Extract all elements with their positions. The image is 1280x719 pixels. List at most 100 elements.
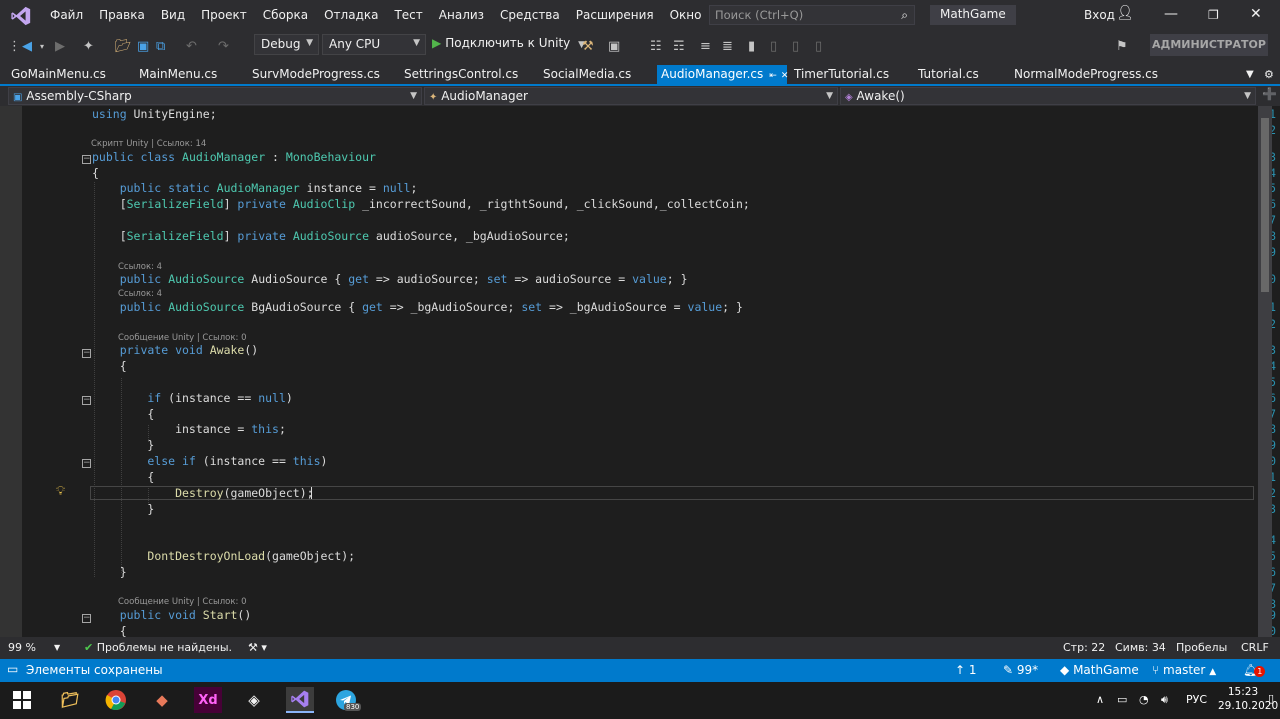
vertical-scrollbar[interactable] bbox=[1258, 106, 1272, 637]
collapse-icon[interactable]: − bbox=[82, 614, 91, 623]
redo-icon[interactable]: ↷ bbox=[218, 39, 229, 54]
search-box[interactable]: Поиск (Ctrl+Q) ⌕ bbox=[709, 5, 915, 25]
code-line[interactable]: [SerializeField] private AudioClip _inco… bbox=[92, 197, 750, 211]
code-line[interactable]: public static AudioManager instance = nu… bbox=[92, 181, 418, 195]
menu-extensions[interactable]: Расширения bbox=[568, 0, 662, 31]
codelens[interactable]: Скрипт Unity | Ссылок: 14 bbox=[91, 139, 206, 149]
code-line[interactable]: { bbox=[92, 166, 99, 180]
file-explorer-icon[interactable]: 📁︎ bbox=[56, 687, 84, 713]
line-ending-indicator[interactable]: CRLF bbox=[1241, 641, 1269, 654]
tab-settringscontrol[interactable]: SettringsControl.cs bbox=[404, 65, 518, 84]
unity-icon[interactable]: ◈ bbox=[240, 687, 268, 713]
next-bookmark-icon[interactable]: ▯ bbox=[792, 39, 799, 54]
comment-icon[interactable]: ☷ bbox=[650, 39, 662, 54]
class-dropdown[interactable]: ✦ AudioManager ▼ bbox=[424, 87, 838, 105]
tab-list-dropdown-icon[interactable]: ▼ bbox=[1246, 65, 1254, 84]
code-line[interactable]: using UnityEngine; bbox=[92, 107, 217, 121]
back-icon[interactable]: ◀ bbox=[22, 39, 32, 54]
unity-tool-icon[interactable]: ⚒ bbox=[582, 39, 594, 54]
tab-socialmedia[interactable]: SocialMedia.cs bbox=[543, 65, 631, 84]
tab-timertutorial[interactable]: TimerTutorial.cs bbox=[794, 65, 889, 84]
screenshot-icon[interactable]: ▣ bbox=[608, 39, 620, 54]
member-dropdown[interactable]: ◈ Awake() ▼ bbox=[840, 87, 1256, 105]
problems-indicator[interactable]: ✔ Проблемы не найдены. bbox=[84, 641, 232, 654]
project-dropdown[interactable]: ▣ Assembly-CSharp ▼ bbox=[8, 87, 422, 105]
code-line[interactable]: } bbox=[92, 438, 154, 452]
tab-survmodeprogress[interactable]: SurvModeProgress.cs bbox=[252, 65, 380, 84]
code-line[interactable]: { bbox=[92, 470, 154, 484]
close-icon[interactable]: ✕ bbox=[1250, 6, 1262, 22]
code-line[interactable]: public AudioSource BgAudioSource { get =… bbox=[92, 300, 743, 314]
branch-indicator[interactable]: ⑂ master ▲ bbox=[1152, 663, 1216, 677]
code-line[interactable]: Destroy(gameObject); bbox=[92, 486, 321, 500]
input-language[interactable]: РУС bbox=[1186, 693, 1207, 706]
save-icon[interactable]: ▣ bbox=[137, 39, 149, 54]
tab-normalmodeprogress[interactable]: NormalModeProgress.cs bbox=[1014, 65, 1158, 84]
chrome-icon[interactable] bbox=[102, 687, 130, 713]
code-line[interactable]: { bbox=[92, 407, 154, 421]
whitespace-indicator[interactable]: Пробелы bbox=[1176, 641, 1227, 654]
tab-gomainmenu[interactable]: GoMainMenu.cs bbox=[11, 65, 106, 84]
code-line[interactable]: if (instance == null) bbox=[92, 391, 292, 405]
forward-icon[interactable]: ▶ bbox=[55, 39, 65, 54]
collapse-icon[interactable]: − bbox=[82, 396, 91, 405]
user-icon[interactable]: 👤︎ bbox=[1116, 5, 1134, 21]
code-line[interactable]: instance = this; bbox=[92, 422, 286, 436]
visual-studio-logo-icon[interactable] bbox=[0, 0, 42, 31]
telegram-icon[interactable]: 830 bbox=[332, 687, 362, 713]
code-line[interactable]: public void Start() bbox=[92, 608, 252, 622]
indent-icon[interactable]: ≡ bbox=[700, 39, 711, 54]
volume-icon[interactable]: 🔊︎ bbox=[1161, 693, 1168, 707]
menu-analyze[interactable]: Анализ bbox=[431, 0, 492, 31]
column-indicator[interactable]: Симв: 34 bbox=[1115, 641, 1166, 654]
tab-mainmenu[interactable]: MainMenu.cs bbox=[139, 65, 217, 84]
code-cleanup-icon[interactable]: ⚒ ▾ bbox=[248, 641, 267, 654]
menu-window[interactable]: Окно bbox=[662, 0, 710, 31]
new-item-icon[interactable]: ✦ bbox=[83, 39, 94, 54]
split-editor-icon[interactable]: ➕ bbox=[1262, 87, 1277, 101]
lightbulb-icon[interactable]: 💡︎ bbox=[56, 484, 65, 499]
search-icon[interactable]: ⌕ bbox=[901, 8, 908, 23]
tray-chevron-up-icon[interactable]: ∧ bbox=[1096, 693, 1104, 706]
code-line[interactable]: { bbox=[92, 359, 127, 373]
code-line[interactable]: DontDestroyOnLoad(gameObject); bbox=[92, 549, 355, 563]
menu-edit[interactable]: Правка bbox=[91, 0, 153, 31]
collapse-icon[interactable]: − bbox=[82, 349, 91, 358]
undo-icon[interactable]: ↶ bbox=[186, 39, 197, 54]
menu-project[interactable]: Проект bbox=[193, 0, 255, 31]
code-line[interactable]: } bbox=[92, 565, 127, 579]
uncomment-icon[interactable]: ☶ bbox=[673, 39, 685, 54]
changes-indicator[interactable]: ✎ 99* bbox=[1003, 663, 1038, 677]
menu-tools[interactable]: Средства bbox=[492, 0, 568, 31]
wifi-icon[interactable]: ◔ bbox=[1139, 693, 1149, 706]
battery-icon[interactable]: ▭ bbox=[1117, 693, 1127, 706]
menu-debug[interactable]: Отладка bbox=[316, 0, 386, 31]
code-line[interactable]: { bbox=[92, 624, 127, 637]
save-all-icon[interactable]: ⧉ bbox=[156, 39, 165, 54]
adobe-xd-icon[interactable]: Xd bbox=[194, 687, 222, 713]
codelens[interactable]: Ссылок: 4 bbox=[118, 262, 162, 272]
platform-select[interactable]: Any CPU ▼ bbox=[322, 34, 426, 55]
system-clock[interactable]: 15:23 29.10.2020 bbox=[1218, 685, 1278, 713]
bookmark-icon[interactable]: ▮ bbox=[748, 39, 755, 54]
code-line[interactable]: public class AudioManager : MonoBehaviou… bbox=[92, 150, 376, 164]
push-indicator[interactable]: ↑ 1 bbox=[955, 663, 977, 677]
outdent-icon[interactable]: ≣ bbox=[722, 39, 733, 54]
tab-tutorial[interactable]: Tutorial.cs bbox=[918, 65, 979, 84]
configuration-select[interactable]: Debug ▼ bbox=[254, 34, 319, 55]
code-line[interactable]: private void Awake() bbox=[92, 343, 259, 357]
scrollbar-thumb[interactable] bbox=[1261, 118, 1269, 292]
collapse-icon[interactable]: − bbox=[82, 459, 91, 468]
repository-indicator[interactable]: ◆ MathGame bbox=[1060, 663, 1139, 677]
settings-gear-icon[interactable]: ⚙ bbox=[1264, 65, 1274, 84]
menu-build[interactable]: Сборка bbox=[255, 0, 316, 31]
indicator-margin[interactable] bbox=[0, 106, 22, 637]
code-line[interactable]: else if (instance == this) bbox=[92, 454, 327, 468]
notifications-indicator[interactable]: 🔔︎1 bbox=[1243, 663, 1266, 677]
pin-icon[interactable]: ⇤ bbox=[769, 71, 777, 81]
line-indicator[interactable]: Стр: 22 bbox=[1063, 641, 1105, 654]
attach-to-unity-button[interactable]: ▶ Подключить к Unity ▼ bbox=[432, 36, 585, 50]
visual-studio-icon[interactable] bbox=[286, 687, 314, 713]
code-line[interactable]: } bbox=[92, 502, 154, 516]
codelens[interactable]: Ссылок: 4 bbox=[118, 289, 162, 299]
